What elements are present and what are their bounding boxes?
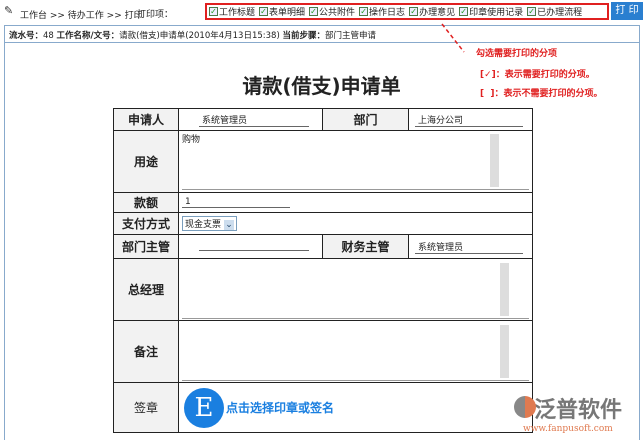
dept-field[interactable]: 上海分公司 bbox=[415, 113, 523, 127]
purpose-textarea[interactable]: 购物 bbox=[182, 132, 529, 190]
print-items-label: 打印项： bbox=[137, 10, 174, 20]
annotation-arrow bbox=[441, 23, 465, 53]
current-step: 部门主管申请 bbox=[325, 31, 377, 41]
serial: 48 bbox=[43, 31, 54, 41]
gm-label: 总经理 bbox=[113, 258, 179, 321]
option-seal-records[interactable]: ✓ 印章使用记录 bbox=[459, 5, 523, 18]
logo-url: www.fanpusoft.com bbox=[523, 424, 613, 434]
checkbox-icon[interactable]: ✓ bbox=[259, 7, 269, 16]
option-label: 工作标题 bbox=[219, 8, 256, 18]
purpose-label: 用途 bbox=[113, 130, 179, 193]
applicant-field[interactable]: 系统管理员 bbox=[199, 113, 309, 127]
form-title: 请款(借支)申请单 bbox=[242, 74, 401, 98]
option-label: 印章使用记录 bbox=[469, 8, 524, 18]
scrollbar[interactable] bbox=[500, 262, 509, 316]
option-form[interactable]: ✓ 表单明细 bbox=[259, 5, 305, 18]
logo-name: 泛普软件 bbox=[534, 398, 623, 423]
dept-mgr-label: 部门主管 bbox=[113, 234, 179, 259]
dept-label: 部门 bbox=[322, 108, 409, 131]
payment-value: 现金支票 bbox=[185, 220, 222, 230]
option-label: 操作日志 bbox=[369, 8, 406, 18]
seal-button-label: 点击选择印章或签名 bbox=[226, 401, 335, 415]
option-label: 公共附件 bbox=[319, 8, 356, 18]
payment-label: 支付方式 bbox=[113, 212, 179, 235]
breadcrumb: 工作台 >> 待办工作 >> 打印 bbox=[20, 11, 143, 21]
seal-label: 签章 bbox=[113, 382, 179, 433]
checkbox-icon[interactable]: ✓ bbox=[209, 7, 218, 16]
fin-mgr-label: 财务主管 bbox=[322, 234, 409, 259]
applicant-label: 申请人 bbox=[113, 108, 179, 131]
work-info: 流水号：48 工作名称/文号：请款(借支)申请单(2010年4月13日15:38… bbox=[4, 25, 640, 43]
purpose-value: 购物 bbox=[182, 135, 201, 145]
checkbox-icon[interactable]: ✓ bbox=[527, 7, 537, 16]
remark-label: 备注 bbox=[113, 320, 179, 383]
form-table: 申请人 系统管理员 部门 上海分公司 用途 购物 款额 1 支付方式 现金支票 ⌄… bbox=[113, 108, 533, 433]
dept-mgr-field[interactable] bbox=[199, 239, 309, 251]
option-opinions[interactable]: ✓ 办理意见 bbox=[409, 5, 455, 18]
scrollbar[interactable] bbox=[500, 324, 509, 378]
amount-field[interactable]: 1 bbox=[182, 197, 290, 208]
option-label: 表单明细 bbox=[269, 8, 306, 18]
step-label: 当前步骤： bbox=[282, 31, 325, 41]
select-seal-button[interactable]: E 点击选择印章或签名 bbox=[184, 387, 532, 428]
option-log[interactable]: ✓ 操作日志 bbox=[359, 5, 405, 18]
e-seal-icon: E bbox=[184, 387, 224, 428]
chevron-down-icon: ⌄ bbox=[224, 220, 235, 230]
remark-textarea[interactable] bbox=[182, 323, 529, 381]
option-title[interactable]: ✓ 工作标题 bbox=[209, 5, 255, 18]
checkbox-icon[interactable]: ✓ bbox=[309, 7, 319, 16]
option-label: 办理意见 bbox=[419, 8, 456, 18]
name-label: 工作名称/文号： bbox=[56, 31, 120, 41]
logo: 泛普软件 www.fanpusoft.com bbox=[508, 392, 622, 434]
serial-label: 流水号： bbox=[9, 31, 44, 41]
print-options: ✓ 工作标题 ✓ 表单明细 ✓ 公共附件 ✓ 操作日志 ✓ 办理意见 ✓ 印章使用记录 ✓ 已… bbox=[205, 3, 609, 20]
checkbox-icon[interactable]: ✓ bbox=[459, 7, 469, 16]
logo-icon bbox=[514, 396, 536, 418]
annotation-title: 勾选需要打印的分项 bbox=[476, 49, 558, 59]
gm-textarea[interactable] bbox=[182, 261, 529, 319]
amount-label: 款额 bbox=[113, 192, 179, 213]
option-attachments[interactable]: ✓ 公共附件 bbox=[309, 5, 355, 18]
fin-mgr-field[interactable]: 系统管理员 bbox=[415, 240, 523, 254]
pen-icon: ✎ bbox=[4, 4, 14, 17]
option-label: 已办理流程 bbox=[537, 8, 583, 18]
payment-select[interactable]: 现金支票 ⌄ bbox=[182, 216, 238, 231]
work-name: 请款(借支)申请单(2010年4月13日15:38) bbox=[119, 31, 280, 41]
top-bar: ✎ 工作台 >> 待办工作 >> 打印 打印项： ✓ 工作标题 ✓ 表单明细 ✓ 公共… bbox=[0, 0, 643, 24]
print-button[interactable]: 打 印 bbox=[611, 2, 643, 20]
checkbox-icon[interactable]: ✓ bbox=[359, 7, 369, 16]
scrollbar[interactable] bbox=[490, 134, 499, 187]
checkbox-icon[interactable]: ✓ bbox=[409, 7, 419, 16]
option-flow[interactable]: ✓ 已办理流程 bbox=[527, 5, 582, 18]
